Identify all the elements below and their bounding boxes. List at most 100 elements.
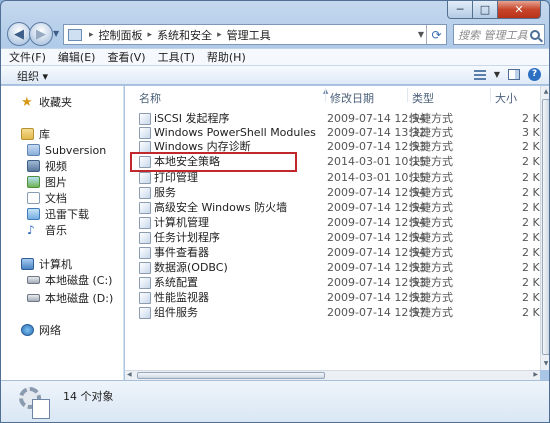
menu-file[interactable]: 文件(F)	[9, 49, 46, 65]
file-row[interactable]: 高级安全 Windows 防火墙2009-07-14 12:54快捷方式2 KB	[125, 201, 540, 215]
file-row[interactable]: 系统配置2009-07-14 12:53快捷方式2 KB	[125, 276, 540, 290]
scroll-right-arrow[interactable]: ▶	[533, 371, 538, 378]
view-controls: ▼ ?	[473, 68, 541, 81]
file-name: 服务	[139, 186, 176, 200]
file-type: 快捷方式	[409, 201, 453, 214]
file-row[interactable]: 性能监视器2009-07-14 12:53快捷方式2 KB	[125, 291, 540, 305]
file-list: ▲ 名称 修改日期 类型 大小 iSCSI 发起程序 2009-07-14 12:…	[125, 86, 540, 370]
forward-button[interactable]: ▶	[29, 22, 53, 46]
drive-icon	[27, 294, 40, 302]
breadcrumb-admin-tools[interactable]: 管理工具	[225, 27, 273, 43]
search-input[interactable]: 搜索 管理工具	[453, 24, 545, 45]
file-name-label: 服务	[154, 186, 176, 199]
address-bar[interactable]: ▸ 控制面板 ▸ 系统和安全 ▸ 管理工具 ▼ ⟳	[63, 24, 447, 45]
view-options-dropdown[interactable]: ▼	[494, 70, 500, 79]
navigation-pane: ★ 收藏夹 库 Subversion 视频 图片 文档 迅雷下载 ♪ 音乐 计算…	[1, 86, 124, 380]
file-type: 快捷方式	[409, 231, 453, 244]
nav-thunder-downloads[interactable]: 迅雷下载	[27, 206, 89, 222]
menu-help[interactable]: 帮助(H)	[207, 49, 246, 65]
admin-tools-icon	[19, 387, 53, 419]
file-row[interactable]: Windows PowerShell Modules 2009-07-14 13:…	[125, 126, 540, 140]
scroll-down-arrow[interactable]: ▼	[541, 358, 549, 370]
shortcut-icon	[139, 307, 151, 319]
highlight-annotation-box	[130, 152, 297, 172]
file-size: 2 KB	[522, 155, 540, 168]
nav-favorites[interactable]: ★ 收藏夹	[21, 94, 72, 110]
recent-pages-dropdown[interactable]: ▼	[53, 29, 59, 38]
vertical-scroll-thumb[interactable]	[542, 99, 549, 355]
file-name: 系统配置	[139, 276, 198, 290]
scroll-left-arrow[interactable]: ◀	[127, 371, 132, 378]
nav-label: Subversion	[45, 143, 107, 157]
file-size: 2 KB	[522, 171, 540, 184]
nav-label: 收藏夹	[39, 96, 72, 109]
search-icon[interactable]	[530, 29, 540, 40]
nav-pictures[interactable]: 图片	[27, 174, 67, 190]
file-row[interactable]: 计算机管理2009-07-14 12:54快捷方式2 KB	[125, 216, 540, 230]
file-name-label: 数据源(ODBC)	[154, 261, 228, 274]
preview-pane-icon[interactable]	[508, 69, 520, 80]
navigation-bar: ◀ ▶ ▼ ▸ 控制面板 ▸ 系统和安全 ▸ 管理工具 ▼ ⟳ 搜索 管理工具	[1, 21, 549, 47]
forward-arrow-icon: ▶	[36, 26, 46, 42]
column-header-size[interactable]: 大小	[490, 88, 517, 105]
menu-edit[interactable]: 编辑(E)	[58, 49, 96, 65]
file-name-label: 计算机管理	[154, 216, 209, 229]
star-icon: ★	[21, 94, 33, 110]
close-button[interactable]: ✕	[498, 1, 541, 19]
refresh-button[interactable]: ⟳	[426, 25, 446, 44]
pictures-icon	[27, 176, 40, 188]
file-size: 2 KB	[522, 186, 540, 199]
breadcrumb-system-security[interactable]: 系统和安全	[155, 27, 214, 43]
details-pane: 14 个对象	[1, 380, 549, 422]
file-type: 快捷方式	[409, 126, 453, 139]
breadcrumb-separator[interactable]: ▸	[145, 30, 156, 40]
file-type: 快捷方式	[409, 261, 453, 274]
help-icon[interactable]: ?	[528, 68, 541, 81]
file-type: 快捷方式	[409, 186, 453, 199]
nav-libraries[interactable]: 库	[21, 126, 50, 142]
file-size: 2 KB	[522, 261, 540, 274]
file-row[interactable]: 数据源(ODBC)2009-07-14 12:53快捷方式2 KB	[125, 261, 540, 275]
organize-button[interactable]: 组织 ▾	[17, 68, 48, 84]
column-header-name[interactable]: 名称	[139, 90, 161, 106]
breadcrumb-control-panel[interactable]: 控制面板	[97, 27, 145, 43]
file-row[interactable]: 服务2009-07-14 12:54快捷方式2 KB	[125, 186, 540, 200]
column-header-date[interactable]: 修改日期	[325, 88, 374, 105]
maximize-button[interactable]: □	[473, 1, 498, 19]
nav-music[interactable]: ♪ 音乐	[27, 222, 67, 238]
nav-computer[interactable]: 计算机	[21, 256, 72, 272]
nav-videos[interactable]: 视频	[27, 158, 67, 174]
back-button[interactable]: ◀	[7, 22, 31, 46]
nav-documents[interactable]: 文档	[27, 190, 67, 206]
file-name-label: 打印管理	[154, 171, 198, 184]
file-row[interactable]: 任务计划程序2009-07-14 12:54快捷方式2 KB	[125, 231, 540, 245]
address-dropdown[interactable]: ▼	[418, 25, 424, 44]
menu-view[interactable]: 查看(V)	[107, 49, 145, 65]
file-name-label: 性能监视器	[154, 291, 209, 304]
file-row[interactable]: iSCSI 发起程序2009-07-14 12:54快捷方式2 KB	[125, 112, 540, 126]
breadcrumb-separator[interactable]: ▸	[86, 30, 97, 40]
horizontal-scroll-thumb[interactable]	[137, 372, 325, 379]
file-name-label: 任务计划程序	[154, 231, 220, 244]
nav-label: 文档	[45, 192, 67, 205]
horizontal-scrollbar[interactable]: ◀ ▶	[125, 370, 540, 380]
file-row[interactable]: 组件服务2009-07-14 12:57快捷方式2 KB	[125, 306, 540, 320]
shortcut-icon	[139, 217, 151, 229]
scroll-up-arrow[interactable]: ▲	[541, 86, 549, 98]
nav-drive-d[interactable]: 本地磁盘 (D:)	[27, 290, 113, 306]
shortcut-icon	[139, 202, 151, 214]
vertical-scrollbar[interactable]: ▲ ▼	[540, 86, 549, 370]
change-view-icon[interactable]	[473, 69, 486, 80]
shortcut-icon	[139, 113, 151, 125]
nav-network[interactable]: 网络	[21, 322, 61, 338]
nav-drive-c[interactable]: 本地磁盘 (C:)	[27, 272, 112, 288]
file-row[interactable]: 打印管理2014-03-01 10:15快捷方式2 KB	[125, 171, 540, 185]
nav-subversion[interactable]: Subversion	[27, 142, 106, 158]
file-type: 快捷方式	[409, 216, 453, 229]
column-header-type[interactable]: 类型	[407, 88, 434, 105]
minimize-button[interactable]: ─	[447, 1, 473, 19]
breadcrumb-separator[interactable]: ▸	[214, 30, 225, 40]
menu-tools[interactable]: 工具(T)	[158, 49, 195, 65]
nav-label: 网络	[39, 324, 61, 337]
file-row[interactable]: 事件查看器2009-07-14 12:54快捷方式2 KB	[125, 246, 540, 260]
